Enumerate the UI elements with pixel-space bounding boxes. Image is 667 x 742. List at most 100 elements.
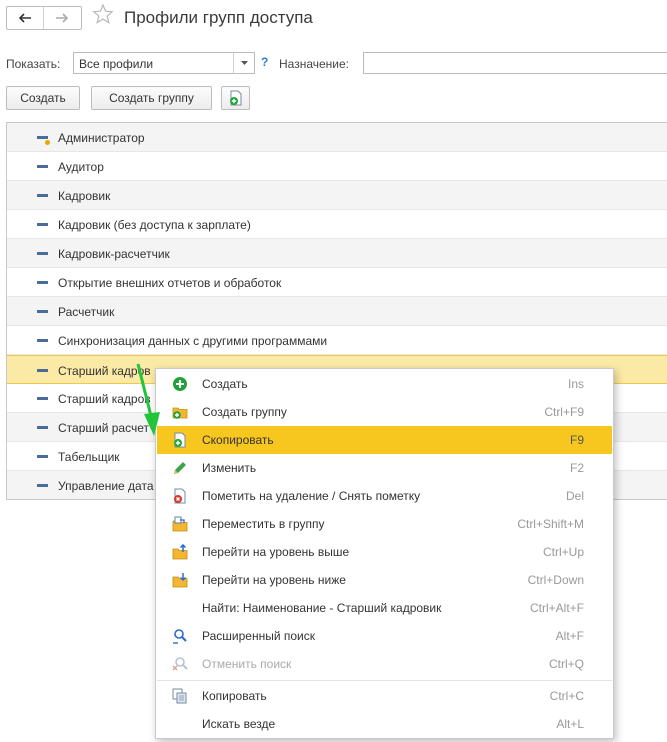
list-item-label: Кадровик <box>58 189 111 203</box>
item-icon <box>37 339 48 342</box>
list-item[interactable]: Администратор <box>7 123 667 152</box>
menu-item-label: Перейти на уровень ниже <box>202 573 346 587</box>
show-label: Показать: <box>6 57 61 71</box>
menu-item-create-group[interactable]: Создать группу Ctrl+F9 <box>157 398 612 426</box>
list-item[interactable]: Кадровик (без доступа к зарплате) <box>7 210 667 239</box>
menu-item-label: Расширенный поиск <box>202 629 315 643</box>
list-item[interactable]: Синхронизация данных с другими программа… <box>7 326 667 355</box>
list-item-label: Администратор <box>58 131 145 145</box>
menu-item-label: Пометить на удаление / Снять пометку <box>202 489 421 503</box>
list-item-label: Кадровик (без доступа к зарплате) <box>58 218 251 232</box>
list-item[interactable]: Кадровик <box>7 181 667 210</box>
menu-item-create[interactable]: Создать Ins <box>157 370 612 398</box>
menu-item-shortcut: Ctrl+Shift+M <box>517 517 584 531</box>
menu-item-level-down[interactable]: Перейти на уровень ниже Ctrl+Down <box>157 566 612 594</box>
list-item[interactable]: Кадровик-расчетчик <box>7 239 667 268</box>
menu-item-label: Отменить поиск <box>202 657 292 671</box>
list-item-label: Аудитор <box>58 160 104 174</box>
navigation-buttons <box>6 6 82 30</box>
item-icon <box>37 455 48 458</box>
move-to-group-icon <box>172 516 188 532</box>
menu-item-label: Создать <box>202 377 248 391</box>
menu-item-move-to-group[interactable]: Переместить в группу Ctrl+Shift+M <box>157 510 612 538</box>
back-button[interactable] <box>7 7 44 29</box>
cancel-search-icon <box>172 657 188 671</box>
list-item-label: Управление дата <box>58 479 154 493</box>
copy-item-button[interactable] <box>221 86 250 110</box>
list-item-label: Расчетчик <box>58 305 115 319</box>
menu-item-label: Создать группу <box>202 405 287 419</box>
menu-item-copy[interactable]: Копировать Ctrl+C <box>157 682 612 710</box>
context-menu: Создать Ins Создать группу Ctrl+F9 Скопи… <box>155 368 614 739</box>
mark-delete-icon <box>174 488 186 504</box>
menu-item-shortcut: Ctrl+Q <box>548 657 584 671</box>
item-icon <box>37 369 48 372</box>
purpose-field[interactable] <box>363 52 667 74</box>
menu-item-label: Найти: Наименование - Старший кадровик <box>202 601 442 615</box>
menu-item-edit[interactable]: Изменить F2 <box>157 454 612 482</box>
forward-button[interactable] <box>44 7 80 29</box>
menu-item-shortcut: Ctrl+C <box>549 689 584 703</box>
level-down-icon <box>172 573 188 588</box>
list-item[interactable]: Открытие внешних отчетов и обработок <box>7 268 667 297</box>
menu-item-label: Изменить <box>202 461 257 475</box>
item-icon <box>37 252 48 255</box>
create-button[interactable]: Создать <box>6 86 80 110</box>
item-icon <box>37 397 48 400</box>
item-icon <box>37 194 48 197</box>
folder-plus-icon <box>172 407 188 419</box>
copy-icon <box>172 688 187 704</box>
list-item[interactable]: Аудитор <box>7 152 667 181</box>
menu-item-shortcut: F2 <box>569 461 584 475</box>
item-icon <box>37 281 48 284</box>
show-profiles-value: Все профили <box>79 57 154 71</box>
menu-item-level-up[interactable]: Перейти на уровень выше Ctrl+Up <box>157 538 612 566</box>
page-title: Профили групп доступа <box>124 8 313 27</box>
menu-item-shortcut: Ctrl+Up <box>542 545 584 559</box>
item-icon <box>37 165 48 168</box>
annotation-arrow-icon <box>136 363 160 436</box>
menu-separator <box>157 680 612 681</box>
copy-item-icon <box>174 432 186 448</box>
item-icon <box>37 426 48 429</box>
show-profiles-select[interactable]: Все профили <box>73 52 255 74</box>
item-icon <box>37 310 48 313</box>
menu-item-shortcut: Del <box>565 489 584 503</box>
dropdown-button[interactable] <box>233 53 254 73</box>
help-icon[interactable]: ? <box>261 55 268 69</box>
menu-item-shortcut: Ctrl+F9 <box>544 405 584 419</box>
create-group-button[interactable]: Создать группу <box>91 86 212 110</box>
item-icon <box>37 136 48 139</box>
list-item-label: Синхронизация данных с другими программа… <box>58 334 328 348</box>
menu-item-label: Скопировать <box>202 433 274 447</box>
list-item-label: Открытие внешних отчетов и обработок <box>58 276 282 290</box>
plus-circle-icon <box>173 377 187 391</box>
arrow-right-icon <box>56 13 69 23</box>
purpose-label: Назначение: <box>279 57 350 71</box>
menu-item-shortcut: Alt+F <box>555 629 584 643</box>
pencil-icon <box>174 462 186 474</box>
copy-item-icon <box>229 90 241 106</box>
menu-item-shortcut: Ctrl+Alt+F <box>529 601 584 615</box>
menu-item-search-everywhere[interactable]: Искать везде Alt+L <box>157 710 612 738</box>
list-item-label: Кадровик-расчетчик <box>58 247 170 261</box>
menu-item-label: Искать везде <box>202 717 276 731</box>
list-item-label: Табельщик <box>58 450 120 464</box>
advanced-search-icon <box>173 629 187 644</box>
predefined-marker-icon <box>45 140 50 145</box>
menu-item-shortcut: Ctrl+Down <box>527 573 584 587</box>
favorite-star-icon[interactable] <box>91 2 115 28</box>
menu-item-shortcut: Alt+L <box>556 717 584 731</box>
menu-item-duplicate[interactable]: Скопировать F9 <box>157 426 612 454</box>
menu-item-label: Копировать <box>202 689 267 703</box>
level-up-icon <box>172 544 188 560</box>
menu-item-find-by-name[interactable]: Найти: Наименование - Старший кадровик C… <box>157 594 612 622</box>
menu-item-mark-delete[interactable]: Пометить на удаление / Снять пометку Del <box>157 482 612 510</box>
chevron-down-icon <box>240 61 248 65</box>
menu-item-advanced-search[interactable]: Расширенный поиск Alt+F <box>157 622 612 650</box>
menu-item-shortcut: F9 <box>569 433 584 447</box>
list-item[interactable]: Расчетчик <box>7 297 667 326</box>
item-icon <box>37 484 48 487</box>
menu-item-cancel-search[interactable]: Отменить поиск Ctrl+Q <box>157 650 612 678</box>
menu-item-label: Переместить в группу <box>202 517 325 531</box>
